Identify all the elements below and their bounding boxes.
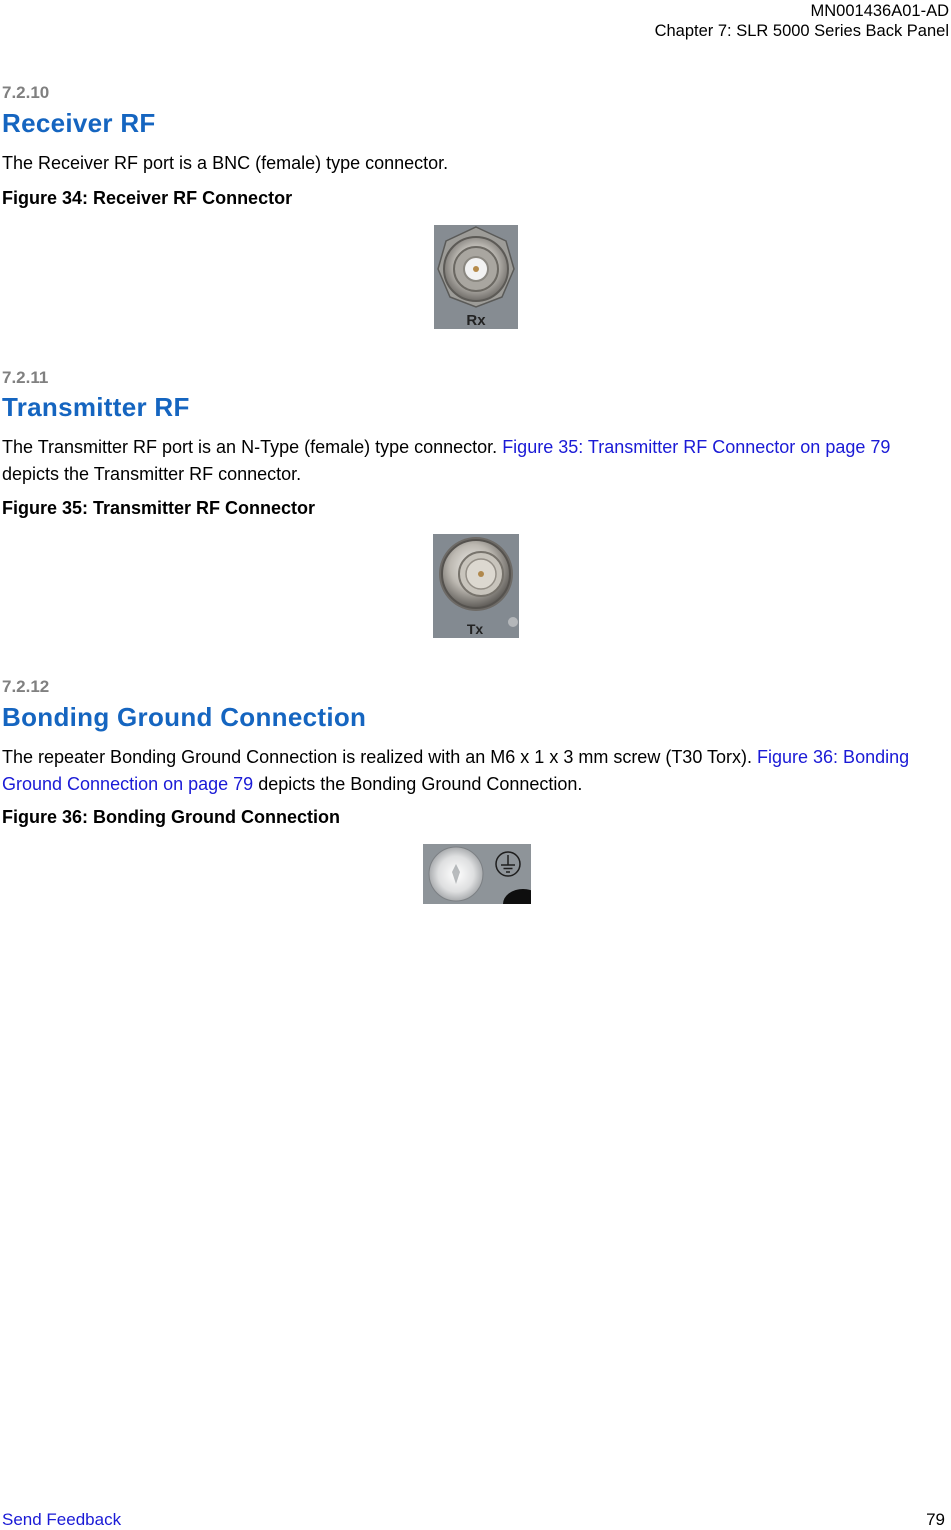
document-id: MN001436A01-AD: [810, 2, 950, 20]
section-title: Receiver RF: [2, 108, 156, 138]
n-type-connector-photo: Tx: [433, 534, 519, 638]
page-number: 79: [926, 1510, 945, 1529]
section-title: Bonding Ground Connection: [2, 702, 367, 732]
section-number: 7.2.11: [2, 368, 49, 387]
rx-label: Rx: [466, 312, 486, 329]
section-number: 7.2.12: [2, 677, 50, 696]
body-text: The Transmitter RF port is an N-Type (fe…: [2, 437, 503, 457]
section-body: The repeater Bonding Ground Connection i…: [2, 744, 942, 798]
body-text: depicts the Transmitter RF connector.: [2, 464, 302, 484]
chapter-title: Chapter 7: SLR 5000 Series Back Panel: [654, 22, 949, 40]
page-header: MN001436A01-AD Chapter 7: SLR 5000 Serie…: [655, 1, 949, 41]
section-title: Transmitter RF: [2, 392, 190, 422]
figure-35-link[interactable]: Figure 35: Transmitter RF Connector on p…: [502, 437, 890, 457]
send-feedback-link[interactable]: Send Feedback: [2, 1510, 121, 1530]
tx-label: Tx: [467, 621, 484, 637]
section-body: The Receiver RF port is a BNC (female) t…: [2, 153, 449, 173]
section-body: The Transmitter RF port is an N-Type (fe…: [2, 434, 942, 488]
figure-caption: Figure 34: Receiver RF Connector: [2, 188, 293, 208]
ground-screw-icon: [423, 844, 531, 904]
bnc-connector-icon: Rx: [434, 225, 518, 329]
body-text: The repeater Bonding Ground Connection i…: [2, 747, 758, 767]
section-number: 7.2.10: [2, 83, 50, 102]
n-type-connector-icon: Tx: [433, 534, 519, 638]
ground-screw-photo: [423, 844, 531, 904]
figure-caption: Figure 36: Bonding Ground Connection: [2, 807, 340, 827]
bnc-connector-photo: Rx: [434, 225, 518, 329]
figure-caption: Figure 35: Transmitter RF Connector: [2, 498, 316, 518]
body-text: depicts the Bonding Ground Connection.: [253, 774, 583, 794]
